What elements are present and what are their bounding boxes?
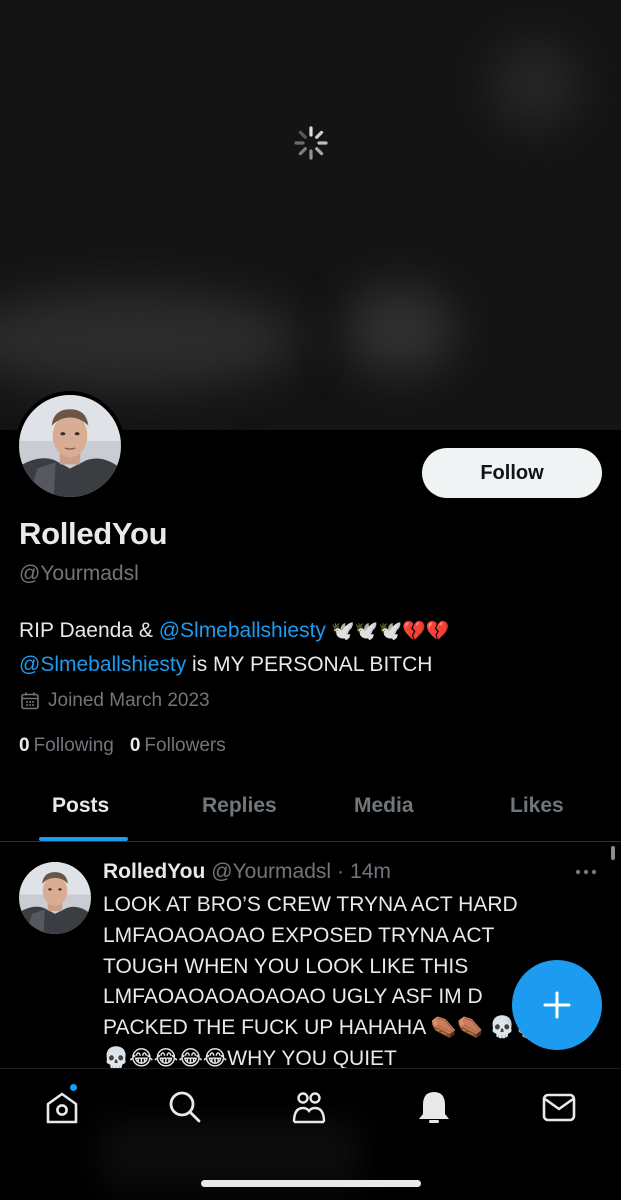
avatar-photo <box>19 862 91 934</box>
plus-icon <box>543 991 571 1019</box>
bio-emojis: 🕊️🕊️🕊️💔💔 <box>325 621 450 642</box>
profile-handle: @Yourmadsl <box>19 562 139 585</box>
banner-blur-shape <box>345 285 455 375</box>
compose-post-button[interactable] <box>512 960 602 1050</box>
bio-mention-link[interactable]: @Slmeballshiesty <box>19 653 186 676</box>
tab-media[interactable]: Media <box>354 794 414 818</box>
post-timestamp: 14m <box>350 860 391 883</box>
post-avatar[interactable] <box>19 862 91 934</box>
calendar-icon <box>21 692 39 710</box>
banner-blur-shape <box>0 290 300 390</box>
follow-button[interactable]: Follow <box>422 448 602 498</box>
active-tab-indicator <box>39 837 128 841</box>
search-icon[interactable] <box>167 1089 203 1125</box>
following-link[interactable]: 0 Following <box>19 735 114 757</box>
joined-date: Joined March 2023 <box>20 690 210 712</box>
followers-count: 0 <box>129 735 141 756</box>
following-label: Following <box>33 735 114 756</box>
bio-mention-link[interactable]: @Slmeballshiesty <box>159 619 326 642</box>
tab-likes[interactable]: Likes <box>510 794 564 818</box>
post-author-name[interactable]: RolledYou <box>103 860 205 884</box>
following-count: 0 <box>19 735 30 756</box>
bio-text: is MY PERSONAL BITCH <box>186 653 433 676</box>
communities-icon[interactable] <box>291 1089 327 1125</box>
loading-spinner-icon <box>294 126 328 160</box>
scrollbar[interactable] <box>611 846 615 860</box>
tab-posts[interactable]: Posts <box>52 794 109 818</box>
post-text: LOOK AT BRO’S CREW TRYNA ACT HARD LMFAOA… <box>103 893 568 1070</box>
joined-text: Joined March 2023 <box>48 690 210 711</box>
profile-banner[interactable] <box>0 0 621 430</box>
profile-avatar[interactable] <box>15 391 125 501</box>
profile-display-name: RolledYou <box>19 516 168 551</box>
bio-text: RIP Daenda & <box>19 619 159 642</box>
home-icon[interactable] <box>44 1089 80 1125</box>
home-notification-dot <box>69 1083 78 1092</box>
post-author-handle[interactable]: @Yourmadsl <box>211 860 331 884</box>
post-separator: · <box>337 860 345 883</box>
more-options-icon[interactable] <box>573 864 599 880</box>
messages-icon[interactable] <box>541 1089 577 1125</box>
tab-replies[interactable]: Replies <box>202 794 277 818</box>
follow-stats: 0 Following 0 Followers <box>19 735 226 757</box>
followers-label: Followers <box>144 735 226 756</box>
followers-link[interactable]: 0 Followers <box>130 735 226 757</box>
notifications-icon[interactable] <box>416 1089 452 1125</box>
profile-bio: RIP Daenda & @Slmeballshiesty 🕊️🕊️🕊️💔💔 @… <box>19 614 609 681</box>
home-indicator[interactable] <box>201 1180 421 1187</box>
profile-tabs: Posts Replies Media Likes <box>0 780 621 842</box>
avatar-photo <box>19 395 121 497</box>
scrolled-content-blur <box>100 1119 360 1189</box>
post-header: RolledYou @Yourmadsl · 14m <box>103 860 391 884</box>
banner-blur-shape <box>490 40 580 130</box>
